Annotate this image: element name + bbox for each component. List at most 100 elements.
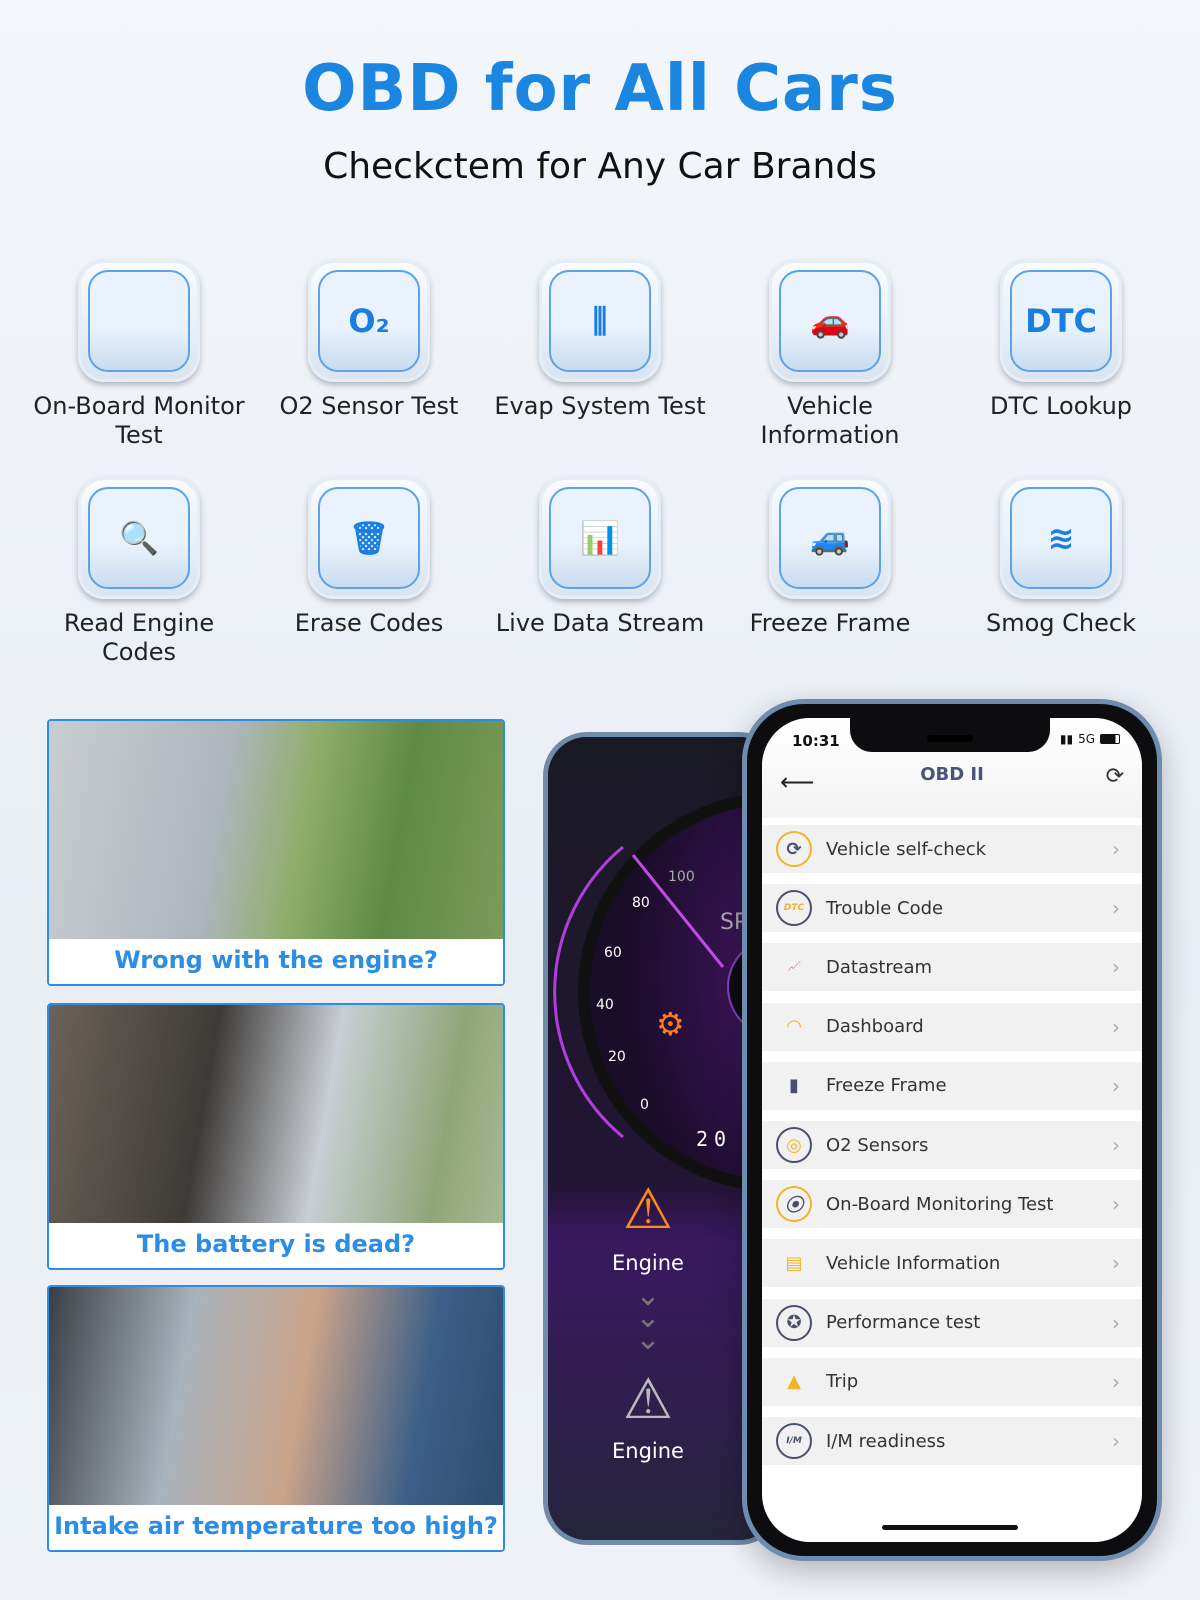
check-engine-icon: ⚙ <box>656 1005 685 1043</box>
menu-item-label: Vehicle Information <box>826 1252 1001 1274</box>
menu-item-trip[interactable]: ▲ Trip › <box>762 1357 1142 1406</box>
clipboard-car-icon: 🚗 <box>810 302 850 340</box>
engine-icon: ⚠ <box>622 1367 674 1432</box>
feature-icon-frame: 🚙 <box>769 477 891 599</box>
feature-label: Smog Check <box>986 609 1136 637</box>
page-title: OBD for All Cars <box>302 52 898 126</box>
feature-label: Read Engine Codes <box>63 609 215 666</box>
menu-item-label: I/M readiness <box>826 1430 946 1452</box>
gauge-tick-label: 20 <box>608 1049 626 1065</box>
photo-man-with-car <box>49 721 503 939</box>
feature-icon-frame: 🔍 <box>78 477 200 599</box>
feature-live-data-stream[interactable]: 📊 Live Data Stream <box>490 477 710 638</box>
gauge-tick-label: 40 <box>596 997 614 1013</box>
feature-label: Erase Codes <box>294 609 444 637</box>
bar-lock-icon: ▮ <box>789 1075 799 1097</box>
im-icon: I/M <box>776 1423 812 1459</box>
car-magnifier-icon: 🔍 <box>119 519 159 557</box>
feature-icon-frame: DTC <box>1000 260 1122 382</box>
chevron-right-icon: › <box>1112 1073 1120 1098</box>
home-indicator <box>882 1525 1018 1530</box>
odometer: 20 <box>696 1127 733 1151</box>
feature-icon-frame: 🗑 <box>308 477 430 599</box>
menu-item-on-board-monitoring-test[interactable]: ⦿ On-Board Monitoring Test › <box>762 1180 1142 1229</box>
menu-item-performance-test[interactable]: ✪ Performance test › <box>762 1298 1142 1347</box>
menu-item-datastream[interactable]: 📈 Datastream › <box>762 943 1142 992</box>
feature-on-board-monitor-test[interactable]: On-Board Monitor Test <box>29 260 249 450</box>
chevron-right-icon: › <box>1112 1251 1120 1276</box>
car-trash-icon: 🗑 <box>348 519 390 557</box>
feature-freeze-frame[interactable]: 🚙 Freeze Frame <box>720 477 940 638</box>
menu-item-label: On-Board Monitoring Test <box>826 1193 1054 1215</box>
menu-item-label: Performance test <box>826 1312 981 1334</box>
network-label: 5G <box>1078 732 1095 746</box>
feature-label: On-Board Monitor Test <box>33 392 245 449</box>
feature-label: Vehicle Information <box>760 392 900 449</box>
o2-icon: ◎ <box>776 1127 812 1163</box>
signal-icon: ▮▮ <box>1059 732 1074 746</box>
feature-o2-sensor-test[interactable]: O₂ O2 Sensor Test <box>259 260 479 421</box>
obd-app-phone: 10:31 ▮▮ 5G ⟵ OBD II ⟳ ⟳ Vehicle self-che… <box>742 699 1162 1561</box>
chart-eye-icon: 📊 <box>580 519 620 557</box>
menu-item-label: Dashboard <box>826 1016 924 1038</box>
page-subtitle: Checkctem for Any Car Brands <box>323 146 877 187</box>
chevron-right-icon: › <box>1112 1014 1120 1039</box>
gauge-icon: ◠ <box>787 1016 801 1038</box>
menu-item-label: Datastream <box>826 956 933 978</box>
menu-item-dashboard[interactable]: ◠ Dashboard › <box>762 1002 1142 1051</box>
chevron-right-icon: › <box>1112 896 1120 921</box>
photo-woman-engine-bay <box>49 1005 503 1223</box>
menu-item-o2-sensors[interactable]: ◎ O2 Sensors › <box>762 1121 1142 1169</box>
chevron-right-icon: › <box>1112 955 1120 980</box>
menu-item-freeze-frame[interactable]: ▮ Freeze Frame › <box>762 1061 1142 1110</box>
engine-label-1: Engine <box>612 1251 684 1275</box>
feature-dtc-lookup[interactable]: DTC DTC Lookup <box>951 260 1171 421</box>
feature-smog-check[interactable]: ≋ Smog Check <box>951 477 1171 638</box>
gauge-tick-label: 0 <box>640 1097 649 1113</box>
feature-read-engine-codes[interactable]: 🔍 Read Engine Codes <box>29 477 249 667</box>
car-card-icon: ▤ <box>785 1252 803 1274</box>
photo-man-driving <box>49 1287 503 1505</box>
feature-icon-frame: O₂ <box>308 260 430 382</box>
feature-icon-frame: ≋ <box>1000 477 1122 599</box>
battery-icon <box>1100 734 1120 744</box>
refresh-icon[interactable]: ⟳ <box>1106 764 1124 789</box>
problem-card-engine: Wrong with the engine? <box>47 719 505 986</box>
feature-vehicle-information[interactable]: 🚗 Vehicle Information <box>720 260 940 450</box>
problem-card-intake: Intake air temperature too high? <box>47 1285 505 1552</box>
speed-test-icon: ✪ <box>776 1304 812 1341</box>
menu-item-vehicle-self-check[interactable]: ⟳ Vehicle self-check › <box>762 825 1142 873</box>
engine-label-2: Engine <box>612 1439 684 1463</box>
menu-item-trouble-code[interactable]: DTC Trouble Code › <box>762 884 1142 933</box>
heat-waves-icon: ≋ <box>1047 519 1075 557</box>
feature-label: Evap System Test <box>494 392 706 420</box>
monitor-pin-icon: ⦿ <box>776 1186 812 1223</box>
feature-icon-frame: ⫼ <box>539 260 661 382</box>
road-icon: ▲ <box>787 1371 801 1393</box>
gauge-tick-label: 100 <box>668 869 695 885</box>
menu-item-vehicle-information[interactable]: ▤ Vehicle Information › <box>762 1239 1142 1288</box>
menu-item-label: Trip <box>826 1371 859 1393</box>
problem-card-battery: The battery is dead? <box>47 1003 505 1270</box>
dtc-search-icon: DTC <box>1025 302 1097 340</box>
gauge-tick-label: 60 <box>604 945 622 961</box>
dtc-icon: DTC <box>776 890 812 927</box>
status-time: 10:31 <box>792 732 840 750</box>
phone-notch <box>850 718 1050 752</box>
menu-item-label: Vehicle self-check <box>826 838 987 860</box>
menu-item-label: O2 Sensors <box>826 1134 929 1156</box>
chevron-right-icon: › <box>1112 1310 1120 1335</box>
feature-label: Live Data Stream <box>495 609 705 637</box>
feature-icon-frame <box>78 260 200 382</box>
o2-sensor-icon: O₂ <box>348 302 390 340</box>
feature-erase-codes[interactable]: 🗑 Erase Codes <box>259 477 479 638</box>
menu-item-i-m-readiness[interactable]: I/M I/M readiness › <box>762 1417 1142 1465</box>
menu-item-label: Trouble Code <box>826 897 944 919</box>
feature-evap-system-test[interactable]: ⫼ Evap System Test <box>490 260 710 421</box>
car-rotate-icon: ⟳ <box>776 831 812 867</box>
chevron-right-icon: › <box>1112 1133 1120 1157</box>
feature-label: DTC Lookup <box>989 392 1133 420</box>
car-chart-icon: 🚙 <box>810 519 850 557</box>
card-caption: The battery is dead? <box>49 1223 503 1268</box>
chevron-right-icon: › <box>1112 1369 1120 1394</box>
